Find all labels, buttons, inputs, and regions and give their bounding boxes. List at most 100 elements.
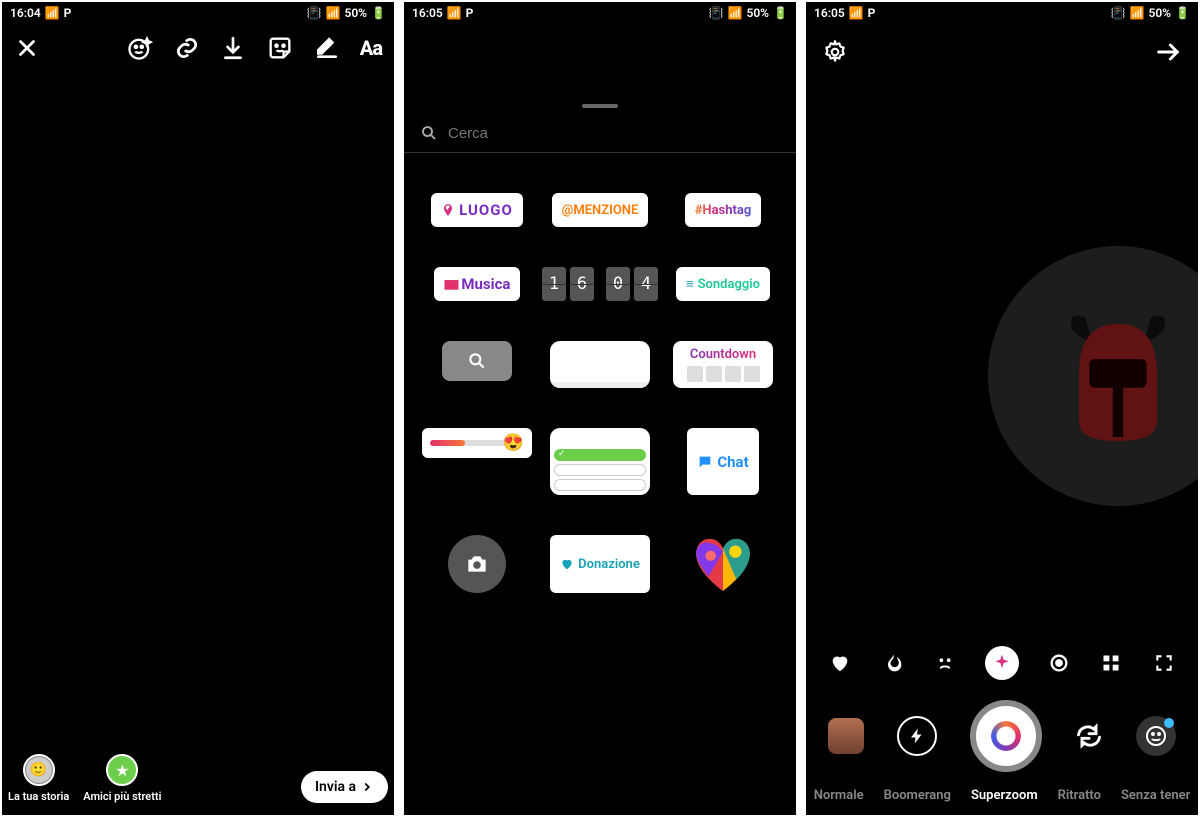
mode-normale[interactable]: Normale bbox=[814, 788, 864, 803]
editor-toolbar: Aa bbox=[2, 24, 394, 72]
quiz-option bbox=[554, 464, 646, 476]
status-bar: 16:05 📶 P 📳 📶 50% 🔋 bbox=[806, 2, 1198, 24]
next-button[interactable] bbox=[1154, 38, 1182, 66]
status-p-icon: P bbox=[466, 6, 474, 20]
mode-ritratto[interactable]: Ritratto bbox=[1058, 788, 1101, 803]
status-network-icon: 📶 bbox=[447, 6, 462, 20]
status-bar: 16:04 📶 P 📳 📶 50% 🔋 bbox=[2, 2, 394, 24]
sticker-chat[interactable]: Chat bbox=[687, 428, 758, 495]
status-network-icon: 📶 bbox=[849, 6, 864, 20]
sticker-poll[interactable]: ≡ Sondaggio bbox=[676, 267, 770, 301]
switch-camera-button[interactable] bbox=[1075, 722, 1103, 750]
close-friends-label: Amici più stretti bbox=[83, 790, 161, 803]
battery-text: 50% bbox=[746, 6, 769, 20]
countdown-slots bbox=[687, 366, 760, 382]
sticker-location[interactable]: LUOGO bbox=[431, 193, 523, 227]
helmet-icon bbox=[1053, 301, 1183, 451]
send-to-label: Invia a bbox=[315, 779, 356, 795]
battery-text: 50% bbox=[1148, 6, 1171, 20]
heart-icon bbox=[560, 557, 574, 571]
effect-expand[interactable] bbox=[1151, 650, 1177, 676]
switch-camera-icon bbox=[1075, 722, 1103, 750]
draw-icon[interactable] bbox=[314, 35, 340, 61]
close-button[interactable] bbox=[14, 35, 40, 61]
sticker-hashtag[interactable]: #Hashtag bbox=[685, 193, 762, 227]
battery-icon: 🔋 bbox=[1175, 6, 1190, 20]
flash-button[interactable] bbox=[897, 716, 937, 756]
sticker-location-label: LUOGO bbox=[459, 201, 513, 219]
questions-input-bar bbox=[550, 382, 650, 388]
clock-digit: 6 bbox=[570, 267, 594, 301]
effect-fire[interactable] bbox=[880, 650, 906, 676]
sticker-grid: LUOGO @MENZIONE #Hashtag ▮▮▮ Musica 1 6 … bbox=[404, 153, 796, 815]
shutter-button[interactable] bbox=[970, 700, 1042, 772]
status-p-icon: P bbox=[868, 6, 876, 20]
status-p-icon: P bbox=[64, 6, 72, 20]
vibrate-icon: 📳 bbox=[709, 6, 724, 20]
drag-handle[interactable] bbox=[582, 104, 618, 108]
colorful-heart-icon bbox=[690, 535, 756, 593]
sticker-mention[interactable]: @MENZIONE bbox=[552, 193, 649, 227]
gallery-button[interactable] bbox=[828, 718, 864, 754]
swirl-icon bbox=[1048, 652, 1070, 674]
sticker-emoji-slider[interactable]: 😍 bbox=[422, 428, 532, 458]
search-input[interactable] bbox=[448, 125, 780, 142]
camera-icon bbox=[464, 551, 490, 577]
download-icon[interactable] bbox=[220, 35, 246, 61]
avatar-icon: 🙂 bbox=[23, 754, 55, 786]
effects-icon[interactable] bbox=[126, 34, 154, 62]
sticker-donation[interactable]: Donazione bbox=[550, 535, 650, 593]
screen-camera-superzoom: 16:05 📶 P 📳 📶 50% 🔋 bbox=[806, 2, 1198, 815]
clock-digit: 1 bbox=[542, 267, 566, 301]
grid-icon bbox=[1101, 653, 1121, 673]
mode-strip[interactable]: Normale Boomerang Superzoom Ritratto Sen… bbox=[806, 778, 1198, 815]
chat-bubble-icon bbox=[697, 454, 713, 470]
sticker-clock[interactable]: 1 6 0 4 bbox=[542, 267, 658, 301]
sticker-mention-label: @MENZIONE bbox=[562, 203, 639, 218]
watermark-logo bbox=[988, 246, 1198, 506]
face-filters-button[interactable] bbox=[1136, 716, 1176, 756]
status-network-icon: 📶 bbox=[45, 6, 60, 20]
sticker-support-heart[interactable] bbox=[690, 535, 756, 593]
effect-sad[interactable] bbox=[932, 650, 958, 676]
battery-icon: 🔋 bbox=[371, 6, 386, 20]
battery-text: 50% bbox=[344, 6, 367, 20]
effect-swirl[interactable] bbox=[1046, 650, 1072, 676]
screen-sticker-picker: 16:05 📶 P 📳 📶 50% 🔋 LUOGO @MENZIONE bbox=[404, 2, 796, 815]
text-tool-button[interactable]: Aa bbox=[360, 36, 382, 60]
vibrate-icon: 📳 bbox=[1111, 6, 1126, 20]
sticker-gif-search[interactable] bbox=[442, 341, 512, 381]
wifi-icon: 📶 bbox=[1130, 6, 1145, 20]
sticker-donation-label: Donazione bbox=[578, 557, 640, 572]
mode-superzoom[interactable]: Superzoom bbox=[971, 788, 1038, 803]
sticker-poll-label: Sondaggio bbox=[698, 277, 760, 292]
shutter-row bbox=[806, 692, 1198, 778]
chevron-right-icon bbox=[360, 780, 374, 794]
link-icon[interactable] bbox=[174, 35, 200, 61]
mode-boomerang[interactable]: Boomerang bbox=[884, 788, 951, 803]
quiz-option-selected bbox=[554, 449, 646, 461]
sticker-countdown[interactable]: Countdown bbox=[673, 341, 773, 388]
clock-digit: 0 bbox=[606, 267, 630, 301]
sticker-quiz[interactable]: Quiz bbox=[550, 428, 650, 495]
mode-senza-tenere[interactable]: Senza tener bbox=[1121, 788, 1190, 803]
gear-icon bbox=[822, 39, 848, 65]
sad-face-icon bbox=[934, 652, 956, 674]
flame-icon bbox=[883, 652, 903, 674]
search-row bbox=[404, 118, 796, 153]
sparkle-icon bbox=[992, 653, 1012, 673]
your-story-label: La tua storia bbox=[8, 790, 69, 803]
effect-grid[interactable] bbox=[1098, 650, 1124, 676]
sticker-camera[interactable] bbox=[448, 535, 506, 593]
sticker-music[interactable]: ▮▮▮ Musica bbox=[434, 267, 521, 301]
status-time: 16:05 bbox=[412, 6, 443, 20]
sticker-questions[interactable]: Domande bbox=[550, 341, 650, 388]
close-friends-icon: ★ bbox=[106, 754, 138, 786]
effect-sparkle-selected[interactable] bbox=[985, 646, 1019, 680]
your-story-destination[interactable]: 🙂 La tua storia bbox=[8, 754, 69, 803]
effect-hearts[interactable] bbox=[827, 650, 853, 676]
sticker-icon[interactable] bbox=[266, 34, 294, 62]
settings-button[interactable] bbox=[822, 39, 848, 65]
send-to-button[interactable]: Invia a bbox=[301, 771, 388, 803]
close-friends-destination[interactable]: ★ Amici più stretti bbox=[83, 754, 161, 803]
